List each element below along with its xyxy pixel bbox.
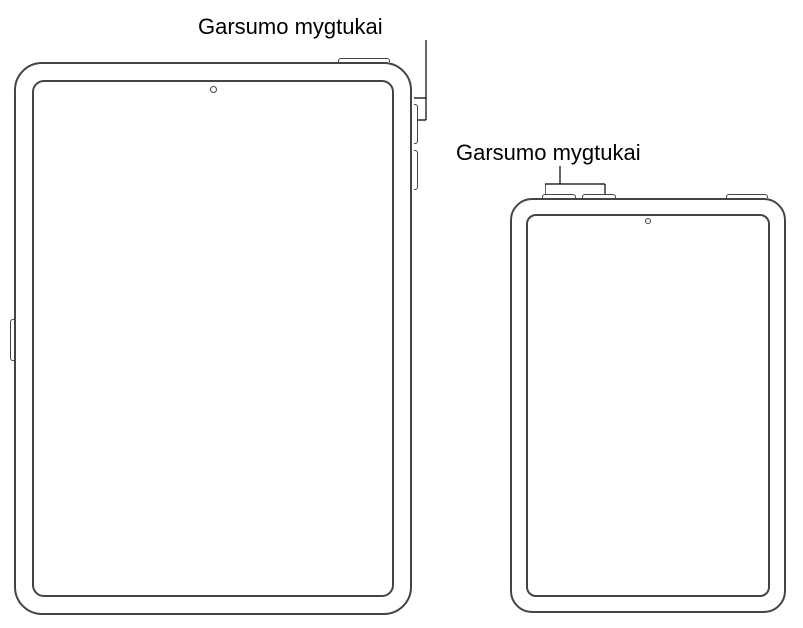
label-volume-buttons-ipad-mini: Garsumo mygtukai <box>456 140 641 166</box>
ipad-mini-illustration <box>510 198 788 615</box>
volume-down-button-icon <box>414 150 418 190</box>
ipad-mini-screen <box>526 214 770 597</box>
ipad-pro-body <box>14 62 412 615</box>
ipad-pro-illustration <box>14 62 414 617</box>
volume-up-button-icon <box>414 104 418 144</box>
ipad-mini-body <box>510 198 786 613</box>
ipad-pro-screen <box>32 80 394 597</box>
front-camera-icon <box>210 86 217 93</box>
front-camera-icon <box>645 218 651 224</box>
label-volume-buttons-ipad-pro: Garsumo mygtukai <box>198 14 383 40</box>
